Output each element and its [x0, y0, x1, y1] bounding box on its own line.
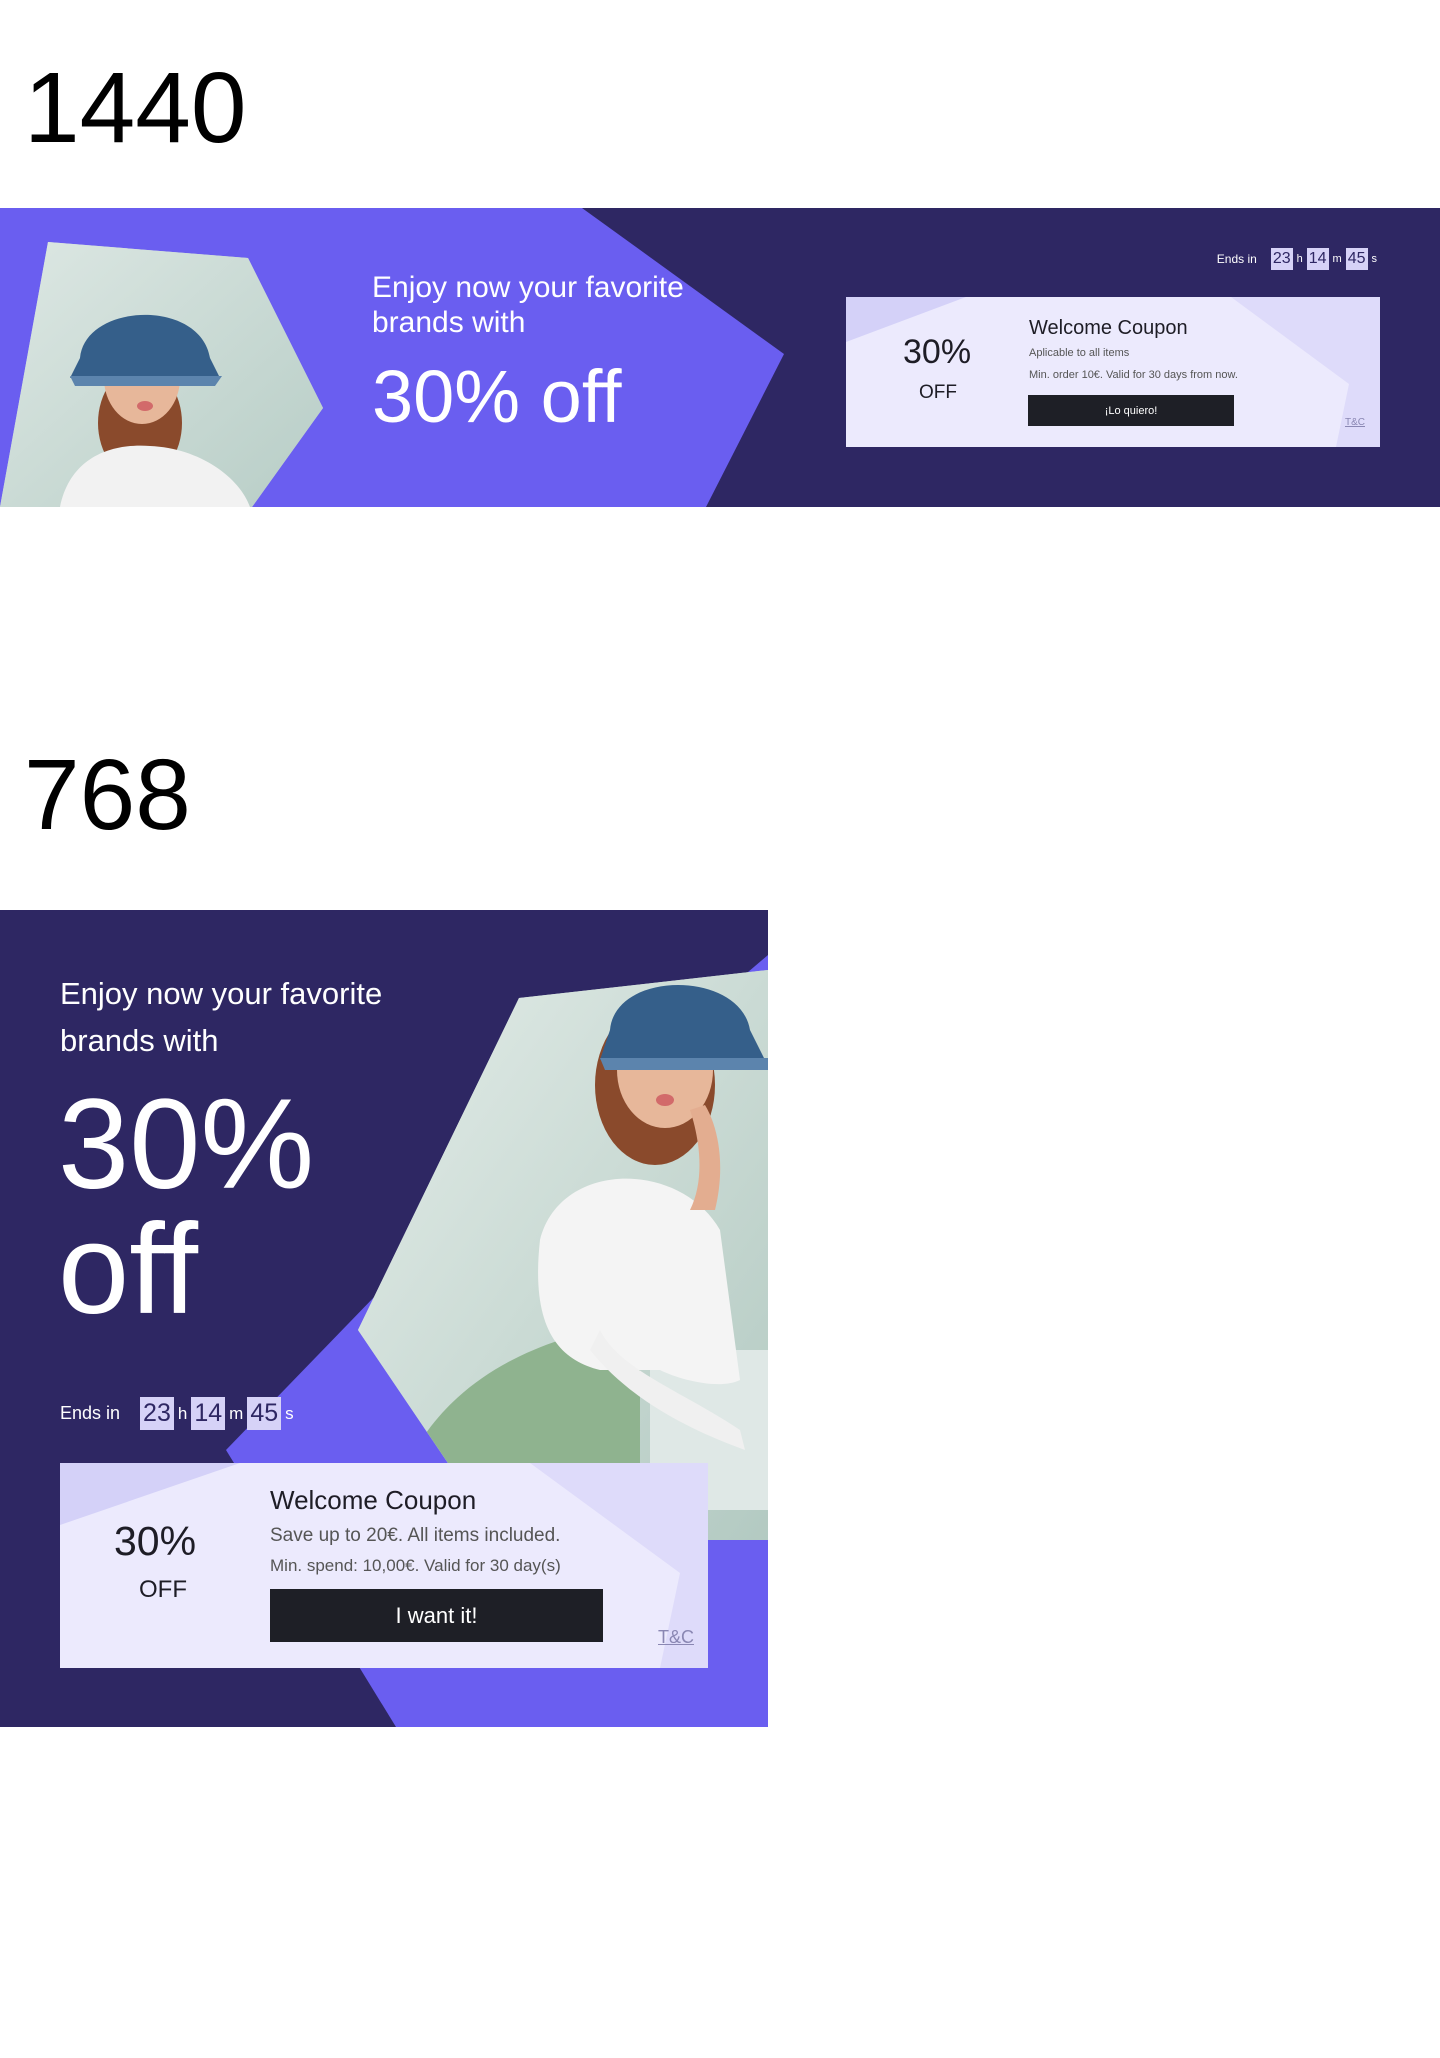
banner-headline: Enjoy now your favorite brands with [372, 271, 684, 339]
timer-hours: 23 [1270, 248, 1293, 270]
terms-link[interactable]: T&C [658, 1627, 694, 1648]
coupon-title: Welcome Coupon [1029, 317, 1188, 339]
coupon-conditions: Min. spend: 10,00€. Valid for 30 day(s) [270, 1556, 561, 1575]
timer-minutes: 14 [191, 1397, 226, 1430]
terms-link[interactable]: T&C [1345, 417, 1365, 428]
timer-minutes-unit: m [1332, 253, 1342, 265]
timer-seconds: 45 [247, 1397, 282, 1430]
timer-label: Ends in [60, 1403, 121, 1423]
breakpoint-label-768: 768 [24, 739, 191, 851]
banner-headline: Enjoy now your favorite brands with [60, 976, 383, 1058]
banner-discount: 30% off [58, 1073, 315, 1341]
coupon-card: 30% OFF Welcome Coupon Save up to 20€. A… [60, 1463, 708, 1668]
claim-coupon-button[interactable]: I want it! [270, 1589, 603, 1642]
promo-banner-desktop: Enjoy now your favorite brands with 30% … [0, 208, 1440, 507]
coupon-percent: 30% [114, 1518, 197, 1564]
timer-seconds-unit: s [285, 1403, 294, 1423]
timer-minutes-unit: m [229, 1403, 244, 1423]
coupon-percent: 30% [903, 333, 972, 371]
coupon-off-label: OFF [919, 382, 957, 403]
coupon-title: Welcome Coupon [270, 1485, 477, 1515]
photo-woman-bucket-hat [0, 242, 323, 507]
coupon-conditions: Min. order 10€. Valid for 30 days from n… [1029, 369, 1238, 381]
timer-label: Ends in [1216, 252, 1257, 266]
coupon-description: Save up to 20€. All items included. [270, 1525, 561, 1546]
banner-discount: 30% off [372, 355, 622, 438]
promo-banner-tablet: Enjoy now your favorite brands with 30% … [0, 910, 768, 1727]
coupon-card: 30% OFF Welcome Coupon Aplicable to all … [846, 297, 1380, 447]
breakpoint-label-1440: 1440 [24, 52, 247, 164]
timer-hours-unit: h [177, 1403, 188, 1423]
coupon-description: Aplicable to all items [1029, 347, 1130, 359]
timer-minutes: 14 [1306, 248, 1329, 270]
coupon-off-label: OFF [139, 1576, 187, 1603]
timer-seconds: 45 [1345, 248, 1368, 270]
timer-hours-unit: h [1296, 253, 1303, 265]
countdown-timer: Ends in 23 h 14 m 45 s [1217, 248, 1381, 270]
timer-hours: 23 [140, 1397, 174, 1430]
countdown-timer: Ends in 23 h 14 m 45 s [60, 1397, 298, 1430]
claim-coupon-button[interactable]: ¡Lo quiero! [1028, 395, 1234, 426]
timer-seconds-unit: s [1371, 253, 1378, 265]
